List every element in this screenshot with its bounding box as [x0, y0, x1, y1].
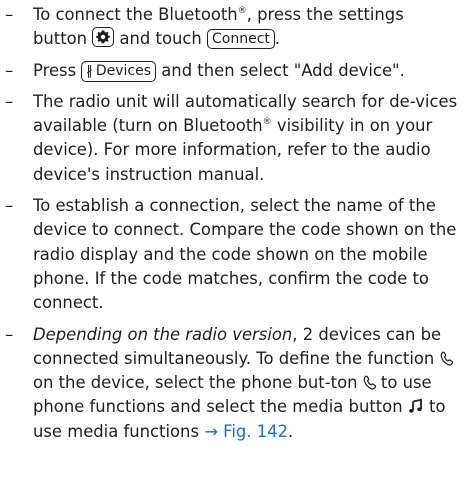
phone-icon	[363, 375, 376, 390]
step-text: and then select "Add device".	[156, 60, 405, 80]
step-text: Press	[33, 60, 82, 80]
settings-button	[92, 27, 115, 48]
step-text-italic: Depending on the radio version	[33, 324, 293, 344]
gear-icon	[96, 30, 111, 44]
step-text: .	[288, 421, 294, 441]
devices-button-label: Devices	[95, 62, 152, 79]
registered-mark: ®	[237, 6, 247, 16]
bluetooth-icon: ∦	[86, 63, 93, 79]
list-item: Depending on the radio version, 2 device…	[5, 323, 458, 444]
manual-page: To connect the Bluetooth®, press the set…	[0, 0, 464, 489]
devices-button: ∦ Devices	[81, 60, 157, 82]
list-item: The radio unit will automatically search…	[5, 90, 458, 187]
music-note-icon	[409, 399, 422, 414]
registered-mark: ®	[262, 117, 272, 128]
list-item: Press ∦Devices and then select "Add devi…	[5, 59, 458, 84]
step-text: .	[274, 29, 281, 49]
phone-icon	[440, 351, 453, 366]
list-item: To establish a connection, select the na…	[5, 194, 458, 315]
instruction-list: To connect the Bluetooth®, press the set…	[5, 3, 458, 444]
step-text: on the device, select the phone but-ton	[33, 373, 363, 393]
list-item: To connect the Bluetooth®, press the set…	[5, 3, 458, 52]
step-text: and touch	[114, 29, 207, 49]
step-text: To establish a connection, select the na…	[33, 196, 457, 313]
connect-button: Connect	[207, 29, 275, 50]
step-text: To connect the Bluetooth	[33, 5, 238, 24]
figure-link[interactable]: → Fig. 142	[204, 422, 288, 441]
